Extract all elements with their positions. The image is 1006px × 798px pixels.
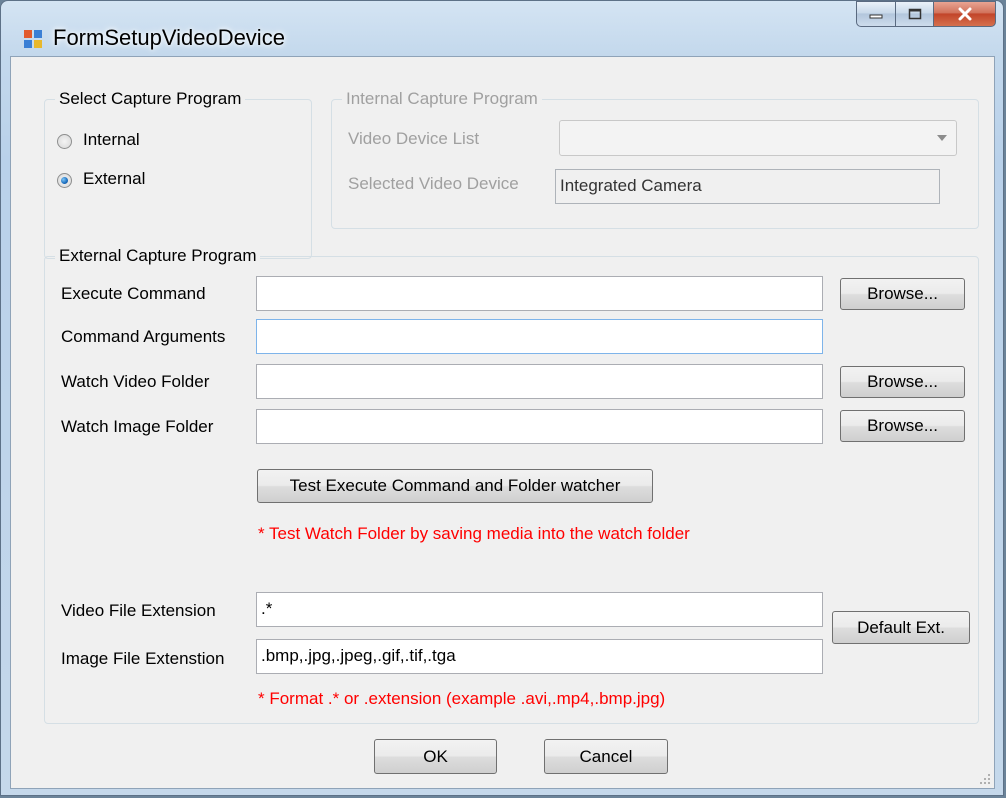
dialog-client-area: Select Capture Program Internal External… — [10, 56, 995, 789]
browse-video-folder-button[interactable]: Browse... — [840, 366, 965, 398]
maximize-button[interactable] — [895, 1, 934, 27]
title-bar[interactable]: FormSetupVideoDevice — [1, 1, 1003, 50]
watch-video-folder-input[interactable] — [256, 364, 823, 399]
radio-internal[interactable] — [57, 134, 72, 149]
video-device-list-select[interactable] — [559, 120, 957, 156]
selected-video-device-label: Selected Video Device — [348, 174, 519, 193]
ok-button[interactable]: OK — [374, 739, 497, 774]
command-arguments-input[interactable] — [256, 319, 823, 354]
chevron-down-icon — [937, 135, 947, 141]
internal-capture-group: Internal Capture Program — [331, 89, 979, 229]
selected-video-device-field: Integrated Camera — [555, 169, 940, 204]
maximize-icon — [908, 8, 921, 20]
test-watch-note: * Test Watch Folder by saving media into… — [258, 524, 690, 543]
format-note: * Format .* or .extension (example .avi,… — [258, 689, 666, 708]
caption-buttons — [856, 1, 996, 27]
watch-image-folder-label: Watch Image Folder — [61, 417, 214, 436]
minimize-icon — [869, 14, 883, 19]
watch-image-folder-input[interactable] — [256, 409, 823, 444]
app-form-icon — [24, 30, 42, 48]
radio-internal-label[interactable]: Internal — [83, 130, 140, 150]
internal-capture-title: Internal Capture Program — [342, 89, 542, 109]
browse-execute-button[interactable]: Browse... — [840, 278, 965, 310]
window-title: FormSetupVideoDevice — [53, 25, 285, 50]
command-arguments-label: Command Arguments — [61, 327, 226, 346]
video-device-list-label: Video Device List — [348, 129, 480, 148]
browse-image-folder-button[interactable]: Browse... — [840, 410, 965, 442]
close-icon — [958, 7, 971, 21]
watch-video-folder-label: Watch Video Folder — [61, 372, 210, 391]
video-file-extension-label: Video File Extension — [61, 601, 216, 620]
dialog-window: FormSetupVideoDevice Select Capture Prog… — [0, 0, 1004, 796]
select-capture-title: Select Capture Program — [55, 89, 246, 109]
close-button[interactable] — [934, 1, 996, 27]
cancel-button[interactable]: Cancel — [544, 739, 668, 774]
external-capture-title: External Capture Program — [55, 246, 261, 266]
image-file-extension-input[interactable]: .bmp,.jpg,.jpeg,.gif,.tif,.tga — [256, 639, 823, 674]
default-extension-button[interactable]: Default Ext. — [832, 611, 970, 644]
test-command-button[interactable]: Test Execute Command and Folder watcher — [257, 469, 653, 503]
resize-grip-icon[interactable] — [979, 773, 991, 785]
execute-command-label: Execute Command — [61, 284, 206, 303]
minimize-button[interactable] — [856, 1, 895, 27]
execute-command-input[interactable] — [256, 276, 823, 311]
image-file-extension-label: Image File Extenstion — [61, 649, 225, 668]
radio-external-label[interactable]: External — [83, 169, 145, 189]
radio-selected-dot — [61, 177, 68, 184]
video-file-extension-input[interactable]: .* — [256, 592, 823, 627]
radio-external[interactable] — [57, 173, 72, 188]
